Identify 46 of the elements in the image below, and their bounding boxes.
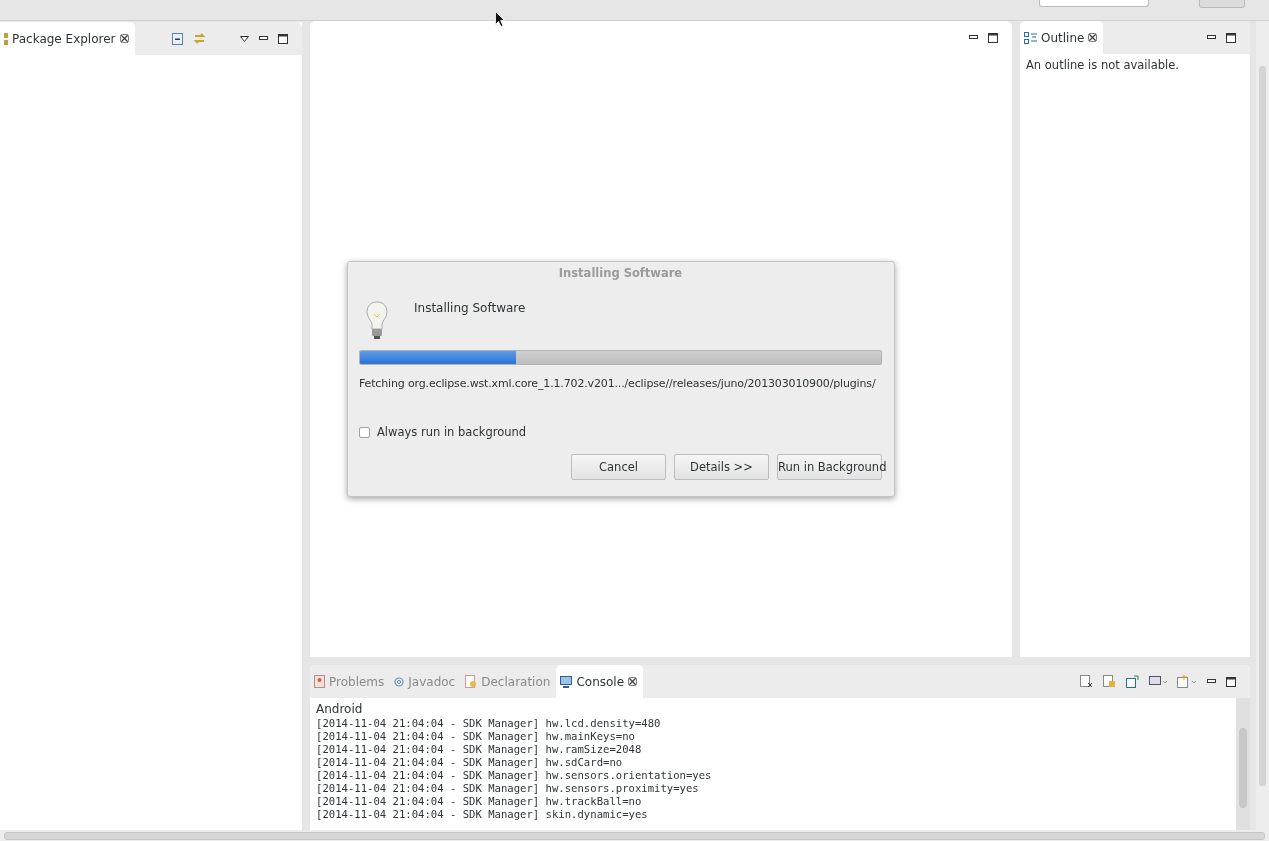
console-line: [2014-11-04 21:04:04 - SDK Manager] hw.lcd.density=480 [316, 717, 662, 730]
status-text: Fetching org.eclipse.wst.xml.core_1.1.702.v201.../eclipse//releases/juno/201303010900/plugins/ [359, 377, 877, 390]
close-icon[interactable] [119, 34, 129, 43]
console-line: [2014-11-04 21:04:04 - SDK Manager] hw.mainKeys=no [316, 730, 636, 743]
maximize-icon[interactable] [1226, 676, 1236, 687]
checkbox[interactable] [359, 426, 370, 438]
view-tab[interactable]: Outline [1020, 21, 1104, 54]
package-icon [4, 32, 8, 45]
dialog-button[interactable]: Details >> [674, 454, 769, 480]
minimize-icon[interactable] [969, 35, 978, 40]
monitor-icon[interactable] [1149, 675, 1167, 688]
console-line: [2014-11-04 21:04:04 - SDK Manager] hw.trackBall=no [316, 795, 643, 808]
document-icon [465, 675, 478, 688]
minimize-icon[interactable] [259, 36, 268, 41]
maximize-icon[interactable] [988, 32, 998, 43]
scrollbar[interactable] [0, 830, 1269, 841]
console-line: [2014-11-04 21:04:04 - SDK Manager] hw.sensors.proximity=yes [316, 782, 700, 795]
outline-message: An outline is not available. [1025, 57, 1180, 74]
minimize-icon[interactable] [1207, 679, 1216, 684]
close-icon[interactable] [1088, 33, 1098, 42]
view-menu-icon[interactable] [240, 35, 249, 42]
console-line: [2014-11-04 21:04:04 - SDK Manager] skin.dynamic=yes [316, 808, 649, 821]
checkbox-label: Always run in background [377, 425, 527, 439]
close-icon[interactable] [628, 677, 638, 686]
maximize-icon[interactable] [1226, 32, 1236, 43]
scrollbar[interactable] [1236, 698, 1250, 830]
minimize-icon[interactable] [1207, 35, 1216, 40]
dialog-title: Installing Software [557, 265, 684, 282]
scrollbar[interactable] [1256, 21, 1269, 830]
new-console-icon[interactable] [1177, 675, 1197, 688]
view-tab[interactable]: Console [556, 665, 644, 698]
monitor-icon [560, 675, 573, 688]
clear-console-icon[interactable] [1080, 675, 1093, 688]
console-line: [2014-11-04 21:04:04 - SDK Manager] hw.sdCard=no [316, 756, 624, 769]
maximize-icon[interactable] [278, 33, 288, 44]
document-icon [314, 675, 325, 688]
dialog-heading: Installing Software [414, 300, 526, 315]
search-field[interactable] [1039, 0, 1149, 7]
console-line: [2014-11-04 21:04:04 - SDK Manager] hw.sensors.orientation=yes [316, 769, 713, 782]
collapse-all-icon[interactable] [172, 32, 183, 45]
dialog-button[interactable]: Cancel [571, 454, 666, 480]
console-title: Android [316, 702, 364, 716]
view-tab[interactable]: Package Explorer [0, 22, 135, 55]
lightbulb-icon [364, 300, 390, 340]
outline-icon [1024, 31, 1037, 44]
console-line: [2014-11-04 21:04:04 - SDK Manager] hw.ramSize=2048 [316, 743, 643, 756]
